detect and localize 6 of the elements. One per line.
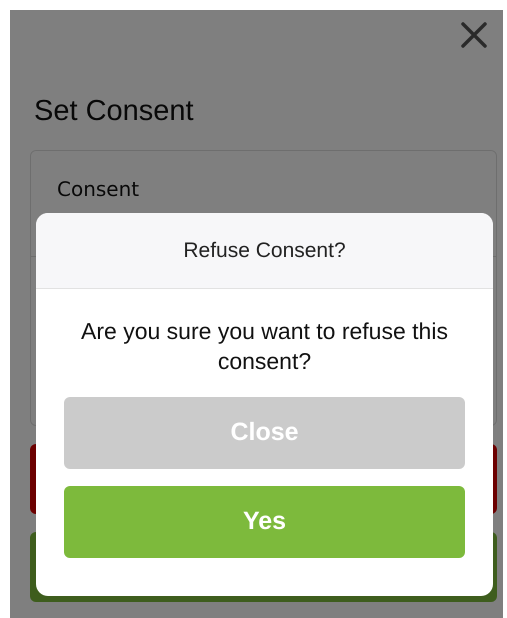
dialog-title: Refuse Consent? bbox=[183, 238, 346, 262]
confirm-button[interactable]: Yes bbox=[64, 486, 465, 558]
dialog-message: Are you sure you want to refuse this consent? bbox=[80, 317, 449, 376]
consent-label: Consent bbox=[57, 177, 140, 201]
close-icon[interactable] bbox=[461, 22, 487, 48]
page-title: Set Consent bbox=[34, 95, 195, 128]
